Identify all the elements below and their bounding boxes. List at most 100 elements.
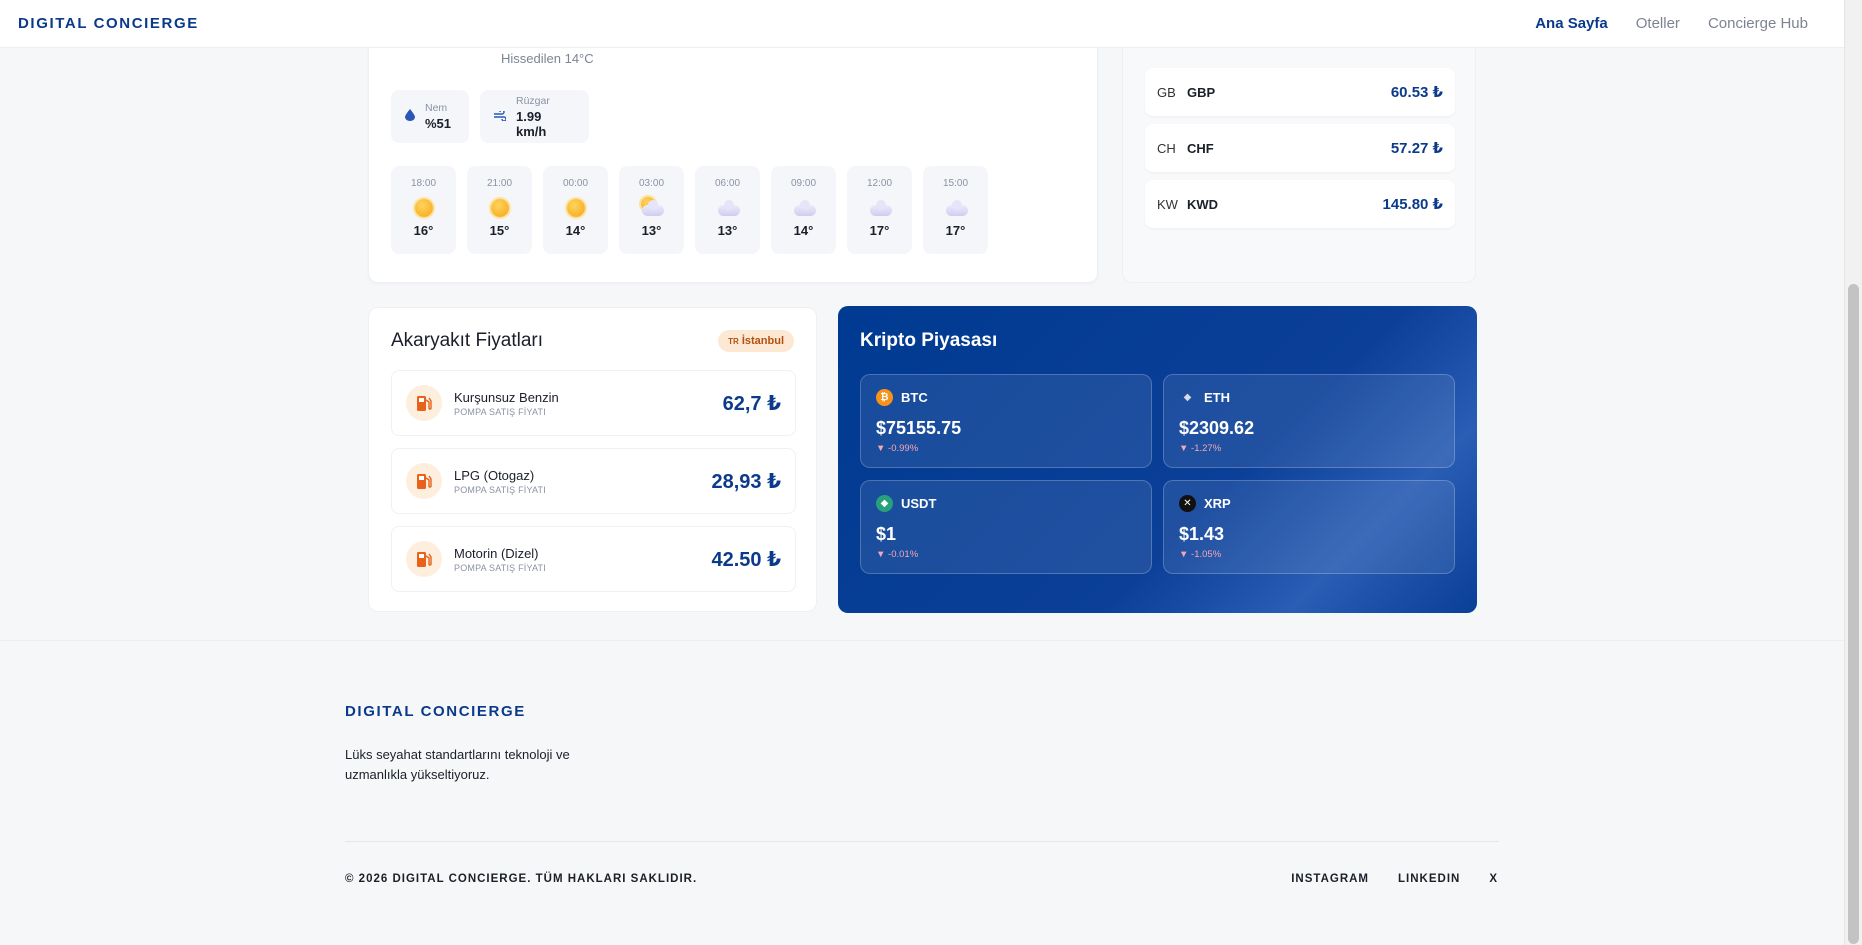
nav-hotels[interactable]: Oteller [1636, 15, 1680, 32]
footer-link-linkedin[interactable]: LINKEDIN [1398, 873, 1460, 885]
crypto-tile-btc[interactable]: ₿ BTC $75155.75 ▼ -0.99% [860, 374, 1152, 468]
currency-code: CHF [1187, 140, 1214, 156]
crypto-tile-eth[interactable]: ◆ ETH $2309.62 ▼ -1.27% [1163, 374, 1455, 468]
droplet-icon [405, 109, 415, 124]
hourly-item: 15:00 17° [923, 166, 988, 254]
wind-value: 1.99 km/h [516, 108, 547, 139]
hour-temp: 15° [489, 223, 510, 238]
hour-temp: 14° [565, 223, 586, 238]
city-badge: TR İstanbul [718, 330, 794, 352]
hour-time: 09:00 [790, 178, 817, 189]
currency-code: GBP [1187, 84, 1216, 100]
hour-time: 03:00 [638, 178, 665, 189]
brand-logo[interactable]: DIGITAL CONCIERGE [18, 15, 199, 32]
coin-change: ▼ -0.01% [876, 549, 919, 560]
partly-cloudy-icon [640, 197, 664, 219]
fuel-title: Akaryakıt Fiyatları [391, 330, 544, 351]
footer-brand: DIGITAL CONCIERGE [345, 703, 526, 720]
tr-flag-icon: TR [728, 336, 739, 346]
hour-time: 21:00 [486, 178, 513, 189]
coin-change: ▼ -1.27% [1179, 443, 1222, 454]
fuel-pump-icon [406, 541, 442, 577]
coin-symbol: XRP [1204, 496, 1231, 511]
feels-like: Hissedilen 14°C [501, 51, 594, 66]
hourly-item: 00:00 14° [543, 166, 608, 254]
flag-icon: KW [1157, 196, 1178, 212]
coin-change: ▼ -0.99% [876, 443, 919, 454]
hourly-forecast: 18:00 16° 21:00 15° 00:00 14° 03:00 13° … [391, 166, 988, 254]
hour-temp: 13° [641, 223, 662, 238]
hour-temp: 14° [793, 223, 814, 238]
btc-icon: ₿ [876, 389, 893, 406]
coin-price: $1 [876, 524, 897, 544]
hour-temp: 13° [717, 223, 738, 238]
coin-change: ▼ -1.05% [1179, 549, 1222, 560]
site-footer: DIGITAL CONCIERGE Lüks seyahat standartl… [0, 640, 1844, 945]
fuel-row: Motorin (Dizel) POMPA SATIŞ FİYATI 42.50… [391, 526, 796, 592]
top-header: DIGITAL CONCIERGE Ana Sayfa Oteller Conc… [0, 0, 1844, 48]
fuel-prices-card: Akaryakıt Fiyatları TR İstanbul Kurşunsu… [368, 307, 817, 612]
main-nav: Ana Sayfa Oteller Concierge Hub [1535, 15, 1808, 32]
page-scrollbar[interactable] [1844, 0, 1862, 945]
wind-icon [494, 108, 507, 124]
fuel-pump-icon [406, 463, 442, 499]
humidity-label: Nem [425, 102, 448, 114]
fuel-sub: POMPA SATIŞ FİYATI [454, 484, 546, 495]
footer-link-x[interactable]: X [1489, 873, 1498, 885]
currency-code: KWD [1187, 196, 1219, 212]
footer-links: INSTAGRAM LINKEDIN X [1291, 873, 1498, 885]
hour-temp: 16° [413, 223, 434, 238]
fuel-row: Kurşunsuz Benzin POMPA SATIŞ FİYATI 62,7… [391, 370, 796, 436]
currency-row: GB GBP 60.53 ₺ [1145, 68, 1455, 116]
wind-stat: Rüzgar 1.99 km/h [480, 90, 589, 143]
hour-time: 06:00 [714, 178, 741, 189]
humidity-value: %51 [425, 116, 452, 131]
scrollbar-thumb[interactable] [1848, 284, 1859, 944]
sun-icon [489, 197, 511, 219]
currency-rate: 57.27 ₺ [1390, 140, 1443, 157]
hour-time: 15:00 [942, 178, 969, 189]
fuel-price: 62,7 ₺ [722, 392, 781, 415]
fuel-name: LPG (Otogaz) [454, 467, 535, 483]
flag-icon: GB [1157, 84, 1176, 100]
cloud-icon [869, 197, 892, 219]
fuel-row: LPG (Otogaz) POMPA SATIŞ FİYATI 28,93 ₺ [391, 448, 796, 514]
footer-link-instagram[interactable]: INSTAGRAM [1291, 873, 1369, 885]
usdt-icon: ◆ [876, 495, 893, 512]
crypto-tile-usdt[interactable]: ◆ USDT $1 ▼ -0.01% [860, 480, 1152, 574]
footer-tagline: Lüks seyahat standartlarını teknoloji ve… [345, 747, 570, 782]
city-name: İstanbul [741, 335, 784, 347]
fuel-name: Kurşunsuz Benzin [454, 389, 559, 405]
xrp-icon: ✕ [1179, 495, 1196, 512]
hourly-item: 12:00 17° [847, 166, 912, 254]
fuel-price: 28,93 ₺ [711, 470, 781, 493]
fuel-sub: POMPA SATIŞ FİYATI [454, 562, 546, 573]
humidity-stat: Nem %51 [391, 90, 469, 143]
crypto-title: Kripto Piyasası [860, 330, 998, 351]
eth-icon: ◆ [1183, 392, 1192, 403]
coin-price: $75155.75 [876, 418, 962, 438]
footer-divider [345, 841, 1499, 842]
sun-icon [413, 197, 435, 219]
hourly-item: 06:00 13° [695, 166, 760, 254]
hourly-item: 09:00 14° [771, 166, 836, 254]
hourly-item: 18:00 16° [391, 166, 456, 254]
hourly-item: 21:00 15° [467, 166, 532, 254]
fuel-price: 42.50 ₺ [711, 548, 781, 571]
crypto-tile-xrp[interactable]: ✕ XRP $1.43 ▼ -1.05% [1163, 480, 1455, 574]
cloud-icon [945, 197, 968, 219]
wind-label: Rüzgar [516, 94, 550, 107]
hour-time: 00:00 [562, 178, 589, 189]
fuel-sub: POMPA SATIŞ FİYATI [454, 406, 546, 417]
currency-row: KW KWD 145.80 ₺ [1145, 180, 1455, 228]
nav-home[interactable]: Ana Sayfa [1535, 15, 1608, 32]
fuel-name: Motorin (Dizel) [454, 545, 539, 561]
cloud-icon [717, 197, 740, 219]
hourly-item: 03:00 13° [619, 166, 684, 254]
nav-concierge-hub[interactable]: Concierge Hub [1708, 15, 1808, 32]
fuel-pump-icon [406, 385, 442, 421]
currency-rate: 60.53 ₺ [1390, 84, 1443, 101]
sun-icon [565, 197, 587, 219]
hour-time: 18:00 [410, 178, 437, 189]
cloud-icon [793, 197, 816, 219]
